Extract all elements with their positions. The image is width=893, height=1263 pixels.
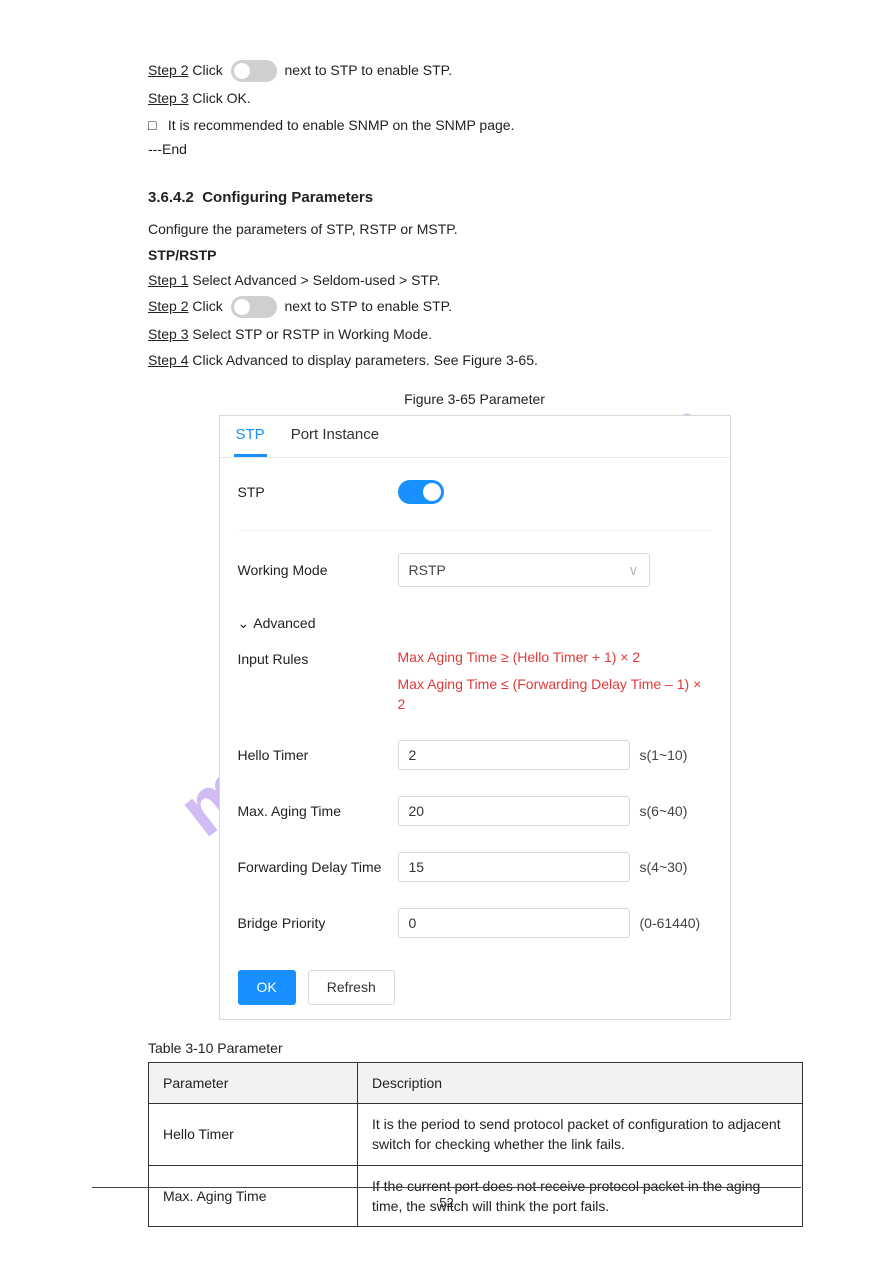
- step2: Step 2 Click next to STP to enable STP.: [148, 296, 801, 318]
- hello-timer-input[interactable]: [398, 740, 630, 770]
- page-footer: 52: [92, 1187, 801, 1213]
- input-rule-2: Max Aging Time ≤ (Forwarding Delay Time …: [398, 674, 712, 715]
- label-hello-timer: Hello Timer: [238, 745, 398, 765]
- max-aging-input[interactable]: [398, 796, 630, 826]
- working-mode-value: RSTP: [409, 560, 446, 580]
- working-mode-select[interactable]: RSTP ∨: [398, 553, 650, 587]
- cell-param: Hello Timer: [149, 1104, 358, 1166]
- step4: Step 4 Click Advanced to display paramet…: [148, 350, 801, 370]
- label-working-mode: Working Mode: [238, 560, 398, 580]
- stp-toggle[interactable]: [398, 480, 444, 504]
- bridge-priority-hint: (0-61440): [640, 913, 701, 933]
- max-aging-hint: s(6~40): [640, 801, 688, 821]
- chevron-down-icon: ∨: [628, 560, 638, 580]
- label-stp: STP: [238, 482, 398, 502]
- note-top: □ It is recommended to enable SNMP on th…: [148, 115, 801, 135]
- forward-delay-input[interactable]: [398, 852, 630, 882]
- end-marker: ---End: [148, 139, 801, 159]
- note-icon: □: [148, 115, 164, 135]
- cell-desc: It is the period to send protocol packet…: [358, 1104, 803, 1166]
- step1: Step 1 Select Advanced > Seldom-used > S…: [148, 270, 801, 290]
- input-rule-1: Max Aging Time ≥ (Hello Timer + 1) × 2: [398, 647, 641, 667]
- table-row: Hello Timer It is the period to send pro…: [149, 1104, 803, 1166]
- step2-top: Step 2 Click next to STP to enable STP.: [148, 60, 801, 82]
- tab-port-instance[interactable]: Port Instance: [289, 424, 381, 457]
- hello-timer-hint: s(1~10): [640, 745, 688, 765]
- forward-delay-hint: s(4~30): [640, 857, 688, 877]
- toggle-off-icon: [231, 296, 277, 318]
- table-caption: Table 3-10 Parameter: [148, 1038, 801, 1058]
- step3-top: Step 3 Click OK.: [148, 88, 801, 108]
- label-max-aging: Max. Aging Time: [238, 801, 398, 821]
- sub-heading-stp: STP/RSTP: [148, 245, 801, 265]
- toggle-off-icon: [231, 60, 277, 82]
- th-parameter: Parameter: [149, 1062, 358, 1103]
- th-description: Description: [358, 1062, 803, 1103]
- bridge-priority-input[interactable]: [398, 908, 630, 938]
- caret-down-icon: ⌄: [238, 615, 250, 631]
- advanced-toggle[interactable]: ⌄Advanced: [238, 613, 712, 633]
- tab-stp[interactable]: STP: [234, 424, 267, 457]
- section-heading: 3.6.4.2 Configuring Parameters: [148, 187, 801, 209]
- divider: [238, 530, 712, 531]
- refresh-button[interactable]: Refresh: [308, 970, 395, 1004]
- ok-button[interactable]: OK: [238, 970, 296, 1004]
- label-input-rules: Input Rules: [238, 647, 398, 669]
- label-forward-delay: Forwarding Delay Time: [238, 857, 398, 877]
- table-header-row: Parameter Description: [149, 1062, 803, 1103]
- section-intro: Configure the parameters of STP, RSTP or…: [148, 219, 801, 239]
- label-bridge-priority: Bridge Priority: [238, 913, 398, 933]
- step3: Step 3 Select STP or RSTP in Working Mod…: [148, 324, 801, 344]
- figure-caption: Figure 3-65 Parameter: [148, 389, 801, 409]
- stp-panel: STP Port Instance STP Working Mode RSTP: [219, 415, 731, 1020]
